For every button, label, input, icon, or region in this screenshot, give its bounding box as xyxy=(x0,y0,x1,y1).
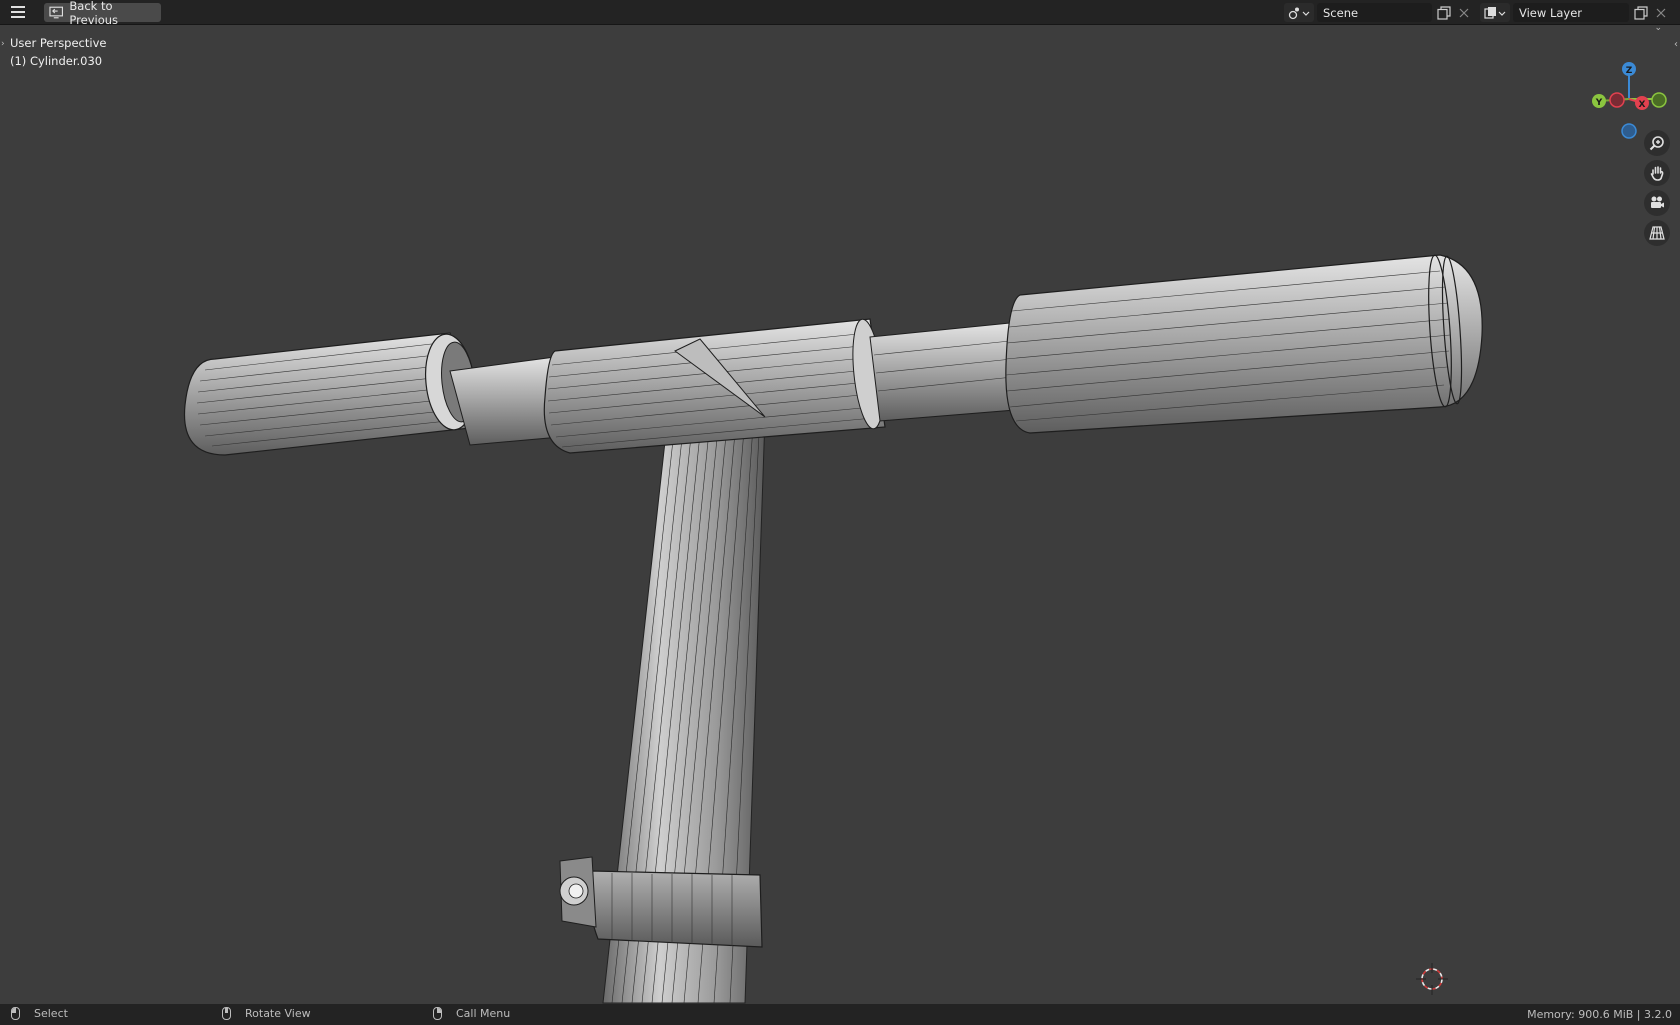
scene-name-field[interactable]: Scene xyxy=(1317,3,1432,22)
mouse-left-icon xyxy=(11,1007,20,1020)
back-button-label: Back to Previous xyxy=(69,0,119,27)
zoom-button[interactable] xyxy=(1644,130,1670,156)
new-view-layer-button[interactable] xyxy=(1631,3,1651,22)
scene-icon xyxy=(1288,7,1310,19)
back-screen-icon xyxy=(49,6,64,19)
gizmo-z-label: Z xyxy=(1626,66,1633,76)
zoom-icon xyxy=(1649,136,1664,151)
back-to-previous-button[interactable]: Back to Previous xyxy=(44,0,161,27)
navigation-gizmo: Z Y X xyxy=(1592,62,1667,139)
view-layer-name: View Layer xyxy=(1519,5,1583,20)
hand-pan-icon xyxy=(1650,166,1664,181)
close-icon xyxy=(1459,8,1469,17)
camera-view-button[interactable] xyxy=(1644,190,1670,216)
camera-icon xyxy=(1651,196,1664,208)
new-scene-button[interactable] xyxy=(1434,3,1454,22)
duplicate-icon xyxy=(1437,5,1451,20)
status-select: Select xyxy=(11,1007,68,1020)
rotate-view-label: Rotate View xyxy=(245,1007,311,1020)
view-layer-icon xyxy=(1484,6,1506,19)
3d-viewport[interactable]: Z Y X › ‹ ⌄ User Perspective (1) Cylinde… xyxy=(0,23,1680,1004)
scooter-handlebar-mesh: Z Y X xyxy=(183,62,1667,1004)
status-bar: Select Rotate View Call Menu Memory: 900… xyxy=(0,1004,1680,1025)
close-icon xyxy=(1656,8,1666,17)
3d-cursor-icon xyxy=(1416,963,1448,995)
delete-scene-button[interactable] xyxy=(1456,3,1472,22)
mouse-middle-icon xyxy=(222,1007,231,1020)
view-name: User Perspective xyxy=(10,36,107,50)
grid-perspective-icon xyxy=(1649,226,1665,240)
viewport-info: User Perspective (1) Cylinder.030 xyxy=(10,34,106,70)
memory-version-readout: Memory: 900.6 MiB | 3.2.0 xyxy=(1527,1008,1672,1021)
scene-browse-dropdown[interactable] xyxy=(1284,3,1314,22)
status-call-menu: Call Menu xyxy=(433,1007,510,1020)
pan-button[interactable] xyxy=(1644,160,1670,186)
perspective-toggle-button[interactable] xyxy=(1644,220,1670,246)
sidebar-toggle-arrow[interactable]: ‹ xyxy=(1674,39,1678,50)
status-rotate-view: Rotate View xyxy=(222,1007,311,1020)
gizmo-x-label: X xyxy=(1639,100,1646,110)
scene-name: Scene xyxy=(1323,5,1359,20)
top-bar: Back to Previous Scene View Layer xyxy=(0,0,1680,27)
toolbar-toggle-arrow[interactable]: › xyxy=(1,39,5,49)
mouse-right-icon xyxy=(433,1007,442,1020)
view-layer-name-field[interactable]: View Layer xyxy=(1513,3,1629,22)
call-menu-label: Call Menu xyxy=(456,1007,511,1020)
active-object-label: (1) Cylinder.030 xyxy=(10,54,103,68)
delete-view-layer-button[interactable] xyxy=(1653,3,1669,22)
select-label: Select xyxy=(34,1007,68,1020)
header-collapse-arrow[interactable]: ⌄ xyxy=(1654,23,1662,33)
duplicate-icon xyxy=(1634,5,1648,20)
menu-icon[interactable] xyxy=(8,3,28,21)
gizmo-y-label: Y xyxy=(1595,98,1603,108)
view-layer-browse-dropdown[interactable] xyxy=(1480,3,1510,22)
